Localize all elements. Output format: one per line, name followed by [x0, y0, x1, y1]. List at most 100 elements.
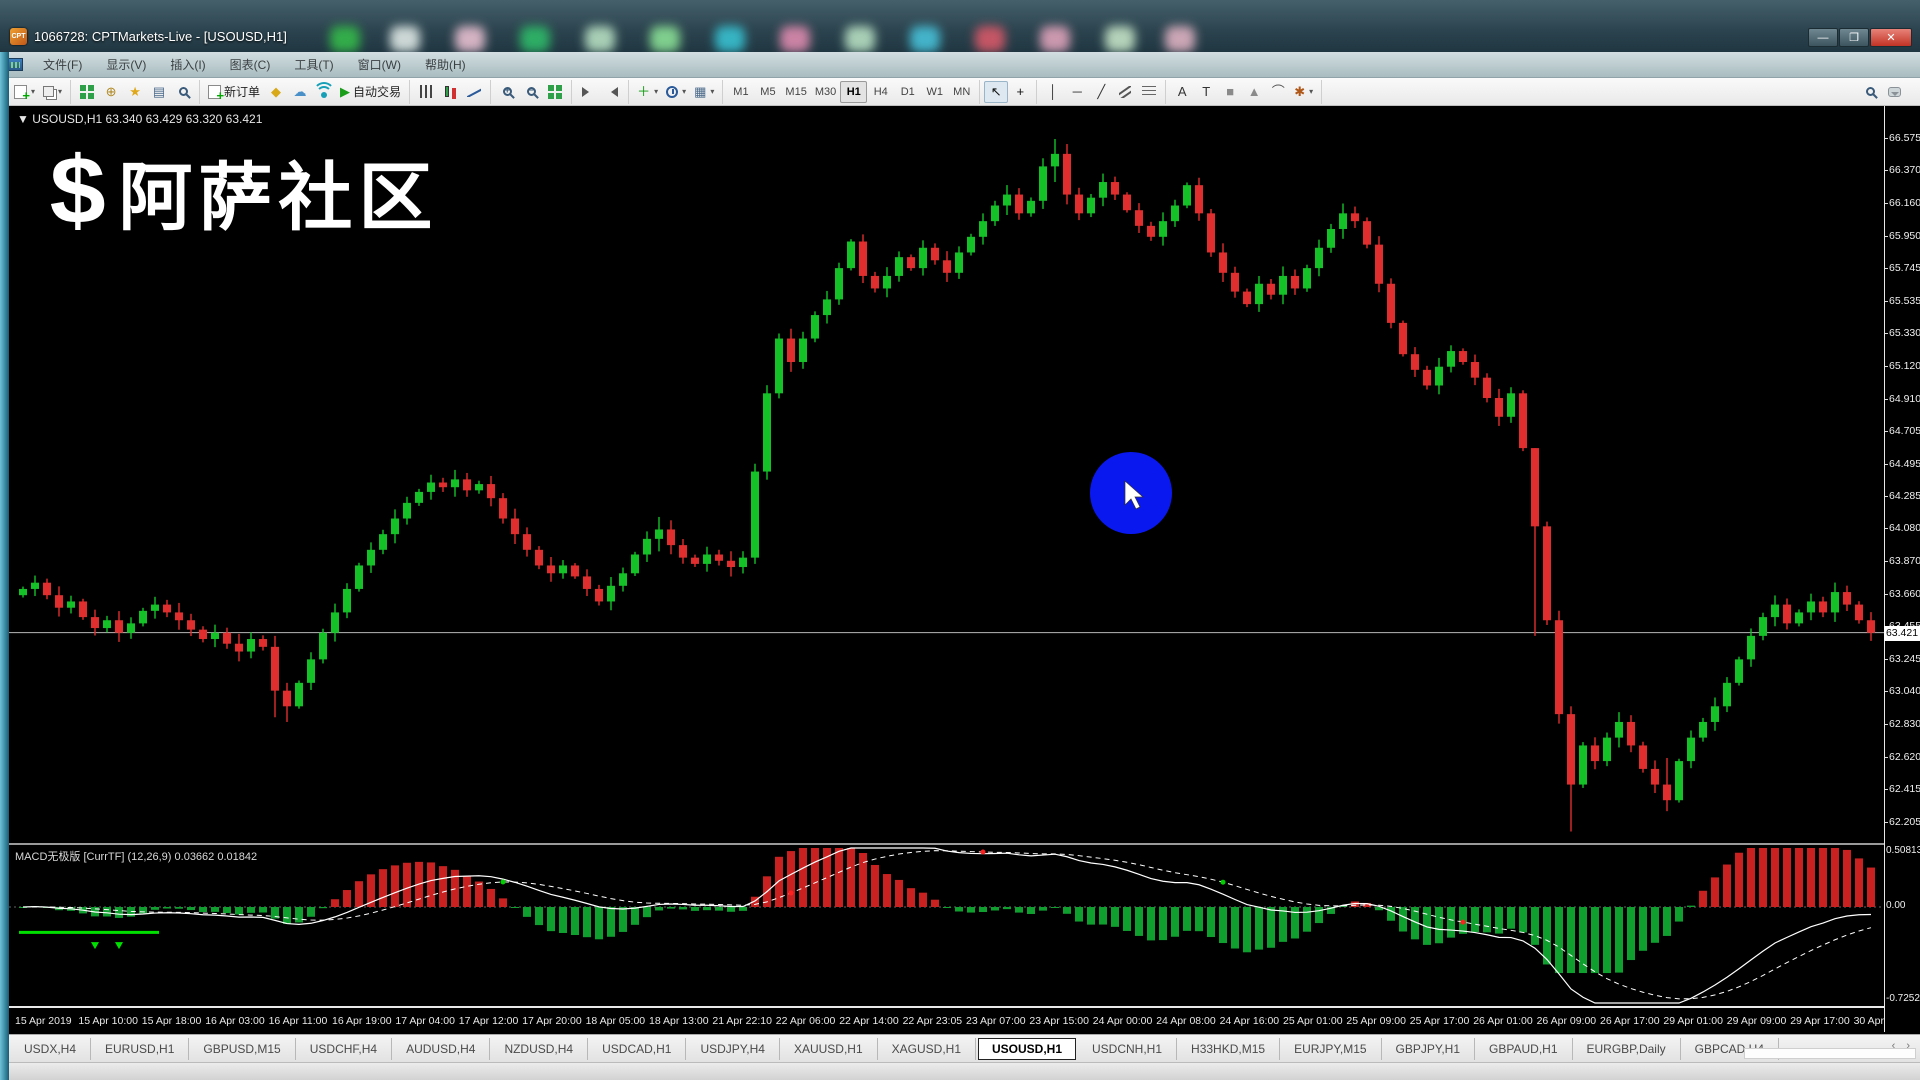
terminal-button[interactable]: ▤: [147, 81, 171, 103]
periods-button[interactable]: ▾: [662, 81, 690, 103]
tab-xauusd-h1[interactable]: XAUUSD,H1: [780, 1038, 878, 1060]
new-chart-button[interactable]: ▾: [10, 81, 39, 103]
auto-scroll-button[interactable]: [576, 81, 600, 103]
timeframe-h4-button[interactable]: H4: [867, 81, 894, 103]
menu-item-6[interactable]: 帮助(H): [415, 53, 476, 76]
indicators-icon: ＋: [637, 85, 650, 98]
new-order-button-label: 新订单: [224, 83, 260, 100]
indicators-button[interactable]: ＋▾: [633, 81, 662, 103]
price-tick: 64.285: [1889, 490, 1920, 502]
rectangle-button[interactable]: ■: [1218, 81, 1242, 103]
macd-scale-bottom: -0.72524: [1886, 993, 1920, 1004]
tab-usdjpy-h4[interactable]: USDJPY,H4: [686, 1038, 779, 1060]
tab-usdx-h4[interactable]: USDX,H4: [10, 1038, 91, 1060]
expert-advisors-button[interactable]: ◆: [264, 81, 288, 103]
candlestick-chart[interactable]: ▼ USOUSD,H1 63.340 63.429 63.320 63.421 …: [9, 106, 1884, 843]
new-order-button[interactable]: 新订单: [204, 81, 264, 103]
search-button[interactable]: [1858, 81, 1882, 103]
profiles-button[interactable]: ▾: [39, 81, 66, 103]
candlestick-chart-button[interactable]: [438, 81, 462, 103]
timeframe-d1-button[interactable]: D1: [894, 81, 921, 103]
autotrading-button-label: 自动交易: [353, 83, 401, 100]
price-tick: 62.620: [1889, 751, 1920, 763]
chevron-down-icon[interactable]: ▾: [654, 87, 658, 96]
cloud-button[interactable]: ☁: [288, 81, 312, 103]
crosshair-button[interactable]: +: [1008, 81, 1032, 103]
chevron-down-icon[interactable]: ▾: [58, 87, 62, 96]
zoom-in-button[interactable]: +: [495, 81, 519, 103]
horizontal-line-button[interactable]: ─: [1065, 81, 1089, 103]
chevron-down-icon[interactable]: ▾: [710, 87, 714, 96]
cursor-button[interactable]: ↖: [984, 81, 1008, 103]
strategy-tester-button[interactable]: [171, 81, 195, 103]
chevron-down-icon[interactable]: ▾: [1309, 87, 1313, 96]
time-tick: 29 Apr 17:00: [1790, 1015, 1850, 1027]
tab-usdcnh-h1[interactable]: USDCNH,H1: [1078, 1038, 1177, 1060]
chart-shift-button[interactable]: [600, 81, 624, 103]
menu-item-1[interactable]: 显示(V): [96, 53, 156, 76]
line-chart-button[interactable]: [462, 81, 486, 103]
tab-usdcad-h1[interactable]: USDCAD,H1: [588, 1038, 686, 1060]
market-watch-button[interactable]: [75, 81, 99, 103]
arrows-button[interactable]: ✱▾: [1290, 81, 1317, 103]
price-axis[interactable]: 66.57566.37066.16065.95065.74565.53565.3…: [1884, 106, 1920, 1032]
channel-button[interactable]: [1113, 81, 1137, 103]
bar-chart-button[interactable]: [414, 81, 438, 103]
minimize-button[interactable]: —: [1808, 28, 1838, 47]
time-tick: 24 Apr 08:00: [1156, 1015, 1216, 1027]
text-button[interactable]: A: [1170, 81, 1194, 103]
signals-button[interactable]: [312, 81, 336, 103]
timeframe-h1-button[interactable]: H1: [840, 81, 867, 103]
zoom-out-button[interactable]: −: [519, 81, 543, 103]
macd-panel[interactable]: MACD无极版 [CurrTF] (12,26,9) 0.03662 0.018…: [9, 845, 1884, 1006]
tab-gbpusd-m15[interactable]: GBPUSD,M15: [189, 1038, 295, 1060]
time-axis[interactable]: 15 Apr 201915 Apr 10:0015 Apr 18:0016 Ap…: [9, 1008, 1920, 1034]
tab-audusd-h4[interactable]: AUDUSD,H4: [392, 1038, 490, 1060]
price-tick: 63.245: [1889, 653, 1920, 665]
chart-shift-icon: [606, 87, 618, 97]
price-tick: 66.370: [1889, 164, 1920, 176]
title-bar[interactable]: CPT 1066728: CPTMarkets-Live - [USOUSD,H…: [0, 0, 1920, 52]
vertical-line-button[interactable]: │: [1041, 81, 1065, 103]
tab-h33hkd-m15[interactable]: H33HKD,M15: [1177, 1038, 1280, 1060]
tab-eurjpy-m15[interactable]: EURJPY,M15: [1280, 1038, 1381, 1060]
tab-xagusd-h1[interactable]: XAGUSD,H1: [878, 1038, 976, 1060]
tab-nzdusd-h4[interactable]: NZDUSD,H4: [490, 1038, 588, 1060]
fibonacci-button[interactable]: [1137, 81, 1161, 103]
chevron-down-icon[interactable]: ▾: [682, 87, 686, 96]
menu-item-0[interactable]: 文件(F): [33, 53, 92, 76]
maximize-button[interactable]: ❐: [1839, 28, 1869, 47]
menu-item-4[interactable]: 工具(T): [284, 53, 343, 76]
panel-separator[interactable]: [9, 843, 1920, 845]
timeframe-mn-button[interactable]: MN: [948, 81, 975, 103]
tab-eurusd-h1[interactable]: EURUSD,H1: [91, 1038, 189, 1060]
tab-gbpjpy-h1[interactable]: GBPJPY,H1: [1382, 1038, 1475, 1060]
tile-windows-button[interactable]: [543, 81, 567, 103]
timeframe-w1-button[interactable]: W1: [921, 81, 948, 103]
timeframe-m30-button[interactable]: M30: [811, 81, 840, 103]
trendline-button[interactable]: ╱: [1089, 81, 1113, 103]
menu-item-3[interactable]: 图表(C): [220, 53, 281, 76]
close-button[interactable]: ✕: [1870, 28, 1912, 47]
timeframe-m15-button[interactable]: M15: [781, 81, 810, 103]
text-label-button[interactable]: T: [1194, 81, 1218, 103]
timeframe-m1-button[interactable]: M1: [727, 81, 754, 103]
triangle-button[interactable]: ▲: [1242, 81, 1266, 103]
chart-window-icon[interactable]: [8, 58, 23, 71]
price-tick: 65.330: [1889, 327, 1920, 339]
tab-usousd-h1[interactable]: USOUSD,H1: [978, 1038, 1076, 1060]
tab-gbpaud-h1[interactable]: GBPAUD,H1: [1475, 1038, 1572, 1060]
chevron-down-icon[interactable]: ▾: [31, 87, 35, 96]
templates-button[interactable]: ▦▾: [690, 81, 718, 103]
menu-item-2[interactable]: 插入(I): [160, 53, 215, 76]
navigator-button[interactable]: ⊕: [99, 81, 123, 103]
tab-usdchf-h4[interactable]: USDCHF,H4: [296, 1038, 392, 1060]
favorites-button[interactable]: ★: [123, 81, 147, 103]
tab-eurgbp-daily[interactable]: EURGBP,Daily: [1573, 1038, 1681, 1060]
arc-button[interactable]: ⌒: [1266, 81, 1290, 103]
menu-item-5[interactable]: 窗口(W): [348, 53, 411, 76]
chat-button[interactable]: [1882, 81, 1906, 103]
time-tick: 25 Apr 17:00: [1410, 1015, 1470, 1027]
timeframe-m5-button[interactable]: M5: [754, 81, 781, 103]
autotrading-button[interactable]: ▶自动交易: [336, 81, 405, 103]
